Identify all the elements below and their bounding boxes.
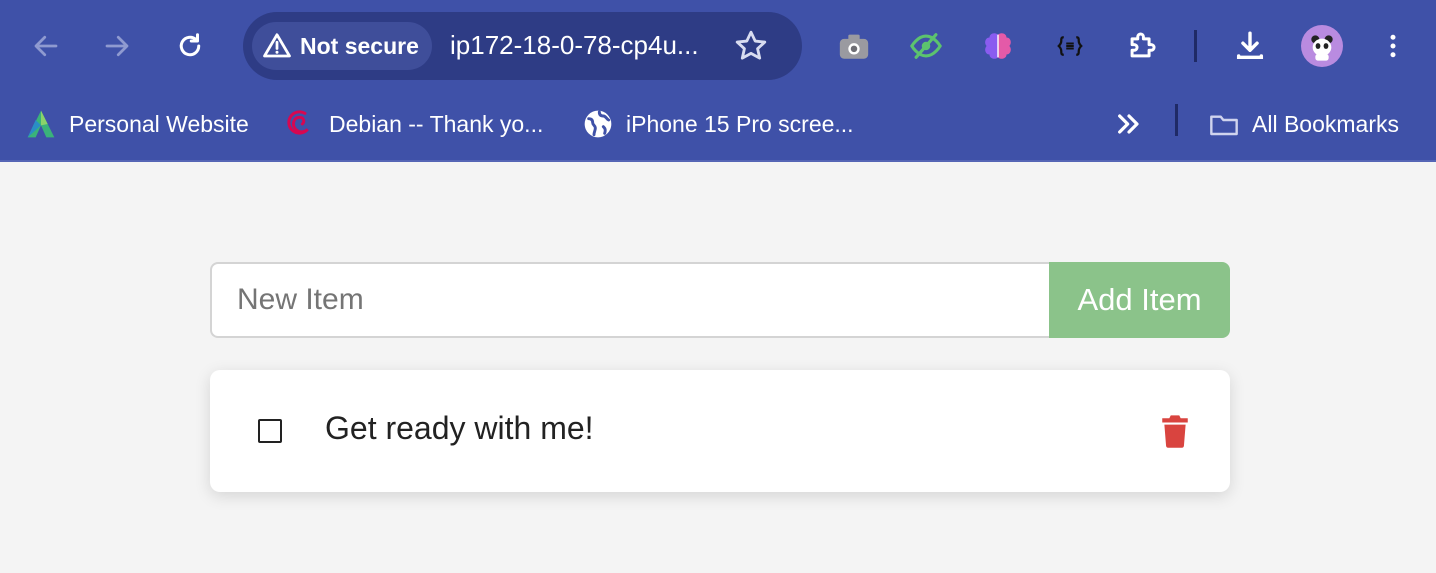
browser-chrome: Not secure ip172-18-0-78-cp4u... Persona… <box>0 0 1436 162</box>
profile-avatar[interactable] <box>1301 25 1343 67</box>
browser-toolbar: Not secure ip172-18-0-78-cp4u... <box>0 0 1436 92</box>
reload-icon <box>179 33 201 57</box>
warning-triangle-icon <box>263 33 291 58</box>
arrow-left-icon <box>34 35 58 57</box>
downloads-button[interactable] <box>1230 26 1270 66</box>
double-chevron-right-icon <box>1118 114 1139 134</box>
address-bar[interactable]: Not secure ip172-18-0-78-cp4u... <box>243 12 802 80</box>
bookmark-personal-website[interactable]: Personal Website <box>25 104 249 144</box>
bookmark-label: Personal Website <box>69 110 249 137</box>
arrow-right-icon <box>105 35 129 57</box>
bookmark-star-icon[interactable] <box>733 28 769 64</box>
browser-menu-button[interactable] <box>1373 26 1413 66</box>
bookmarks-bar: Personal Website Debian -- Thank yo... i… <box>0 92 1436 160</box>
all-bookmarks-button[interactable]: All Bookmarks <box>1208 104 1399 144</box>
brain-extension-button[interactable] <box>978 26 1018 66</box>
more-vertical-icon <box>1390 34 1396 58</box>
bookmark-label: iPhone 15 Pro scree... <box>626 110 854 137</box>
puzzle-piece-icon <box>1130 32 1156 58</box>
toolbar-divider <box>1194 30 1197 62</box>
reload-button[interactable] <box>166 22 214 70</box>
forward-button[interactable] <box>93 22 141 70</box>
back-button[interactable] <box>22 22 70 70</box>
debian-swirl-icon <box>287 110 309 135</box>
todo-item: Get ready with me! <box>210 370 1230 492</box>
folder-icon <box>1210 115 1238 136</box>
more-bookmarks-button[interactable] <box>1113 104 1145 144</box>
trash-icon[interactable] <box>1160 414 1190 448</box>
bookmark-label: Debian -- Thank yo... <box>329 110 544 137</box>
brain-icon <box>985 33 1011 59</box>
todo-item-text: Get ready with me! <box>325 410 594 446</box>
screenshot-extension-button[interactable] <box>834 26 874 66</box>
url-text[interactable]: ip172-18-0-78-cp4u... <box>450 30 699 61</box>
new-item-input[interactable] <box>210 262 1052 338</box>
eye-slash-icon <box>910 33 942 59</box>
visibility-extension-button[interactable] <box>906 26 946 66</box>
json-braces-icon <box>1057 36 1083 56</box>
all-bookmarks-label: All Bookmarks <box>1252 110 1399 137</box>
page-content: Add Item Get ready with me! <box>0 162 1436 573</box>
extensions-button[interactable] <box>1122 26 1162 66</box>
bookmark-iphone-screen[interactable]: iPhone 15 Pro scree... <box>582 104 854 144</box>
security-chip[interactable]: Not secure <box>252 22 432 70</box>
download-icon <box>1236 31 1264 60</box>
bookmarks-divider <box>1175 104 1178 136</box>
todo-checkbox[interactable] <box>258 419 282 443</box>
security-label: Not secure <box>300 32 419 59</box>
add-item-button[interactable]: Add Item <box>1049 262 1230 338</box>
globe-icon <box>584 110 612 138</box>
json-formatter-extension-button[interactable] <box>1050 26 1090 66</box>
bookmark-debian[interactable]: Debian -- Thank yo... <box>285 104 543 144</box>
camera-icon <box>839 34 869 59</box>
personal-website-logo-icon <box>27 110 55 138</box>
panda-avatar-icon <box>1311 35 1333 61</box>
